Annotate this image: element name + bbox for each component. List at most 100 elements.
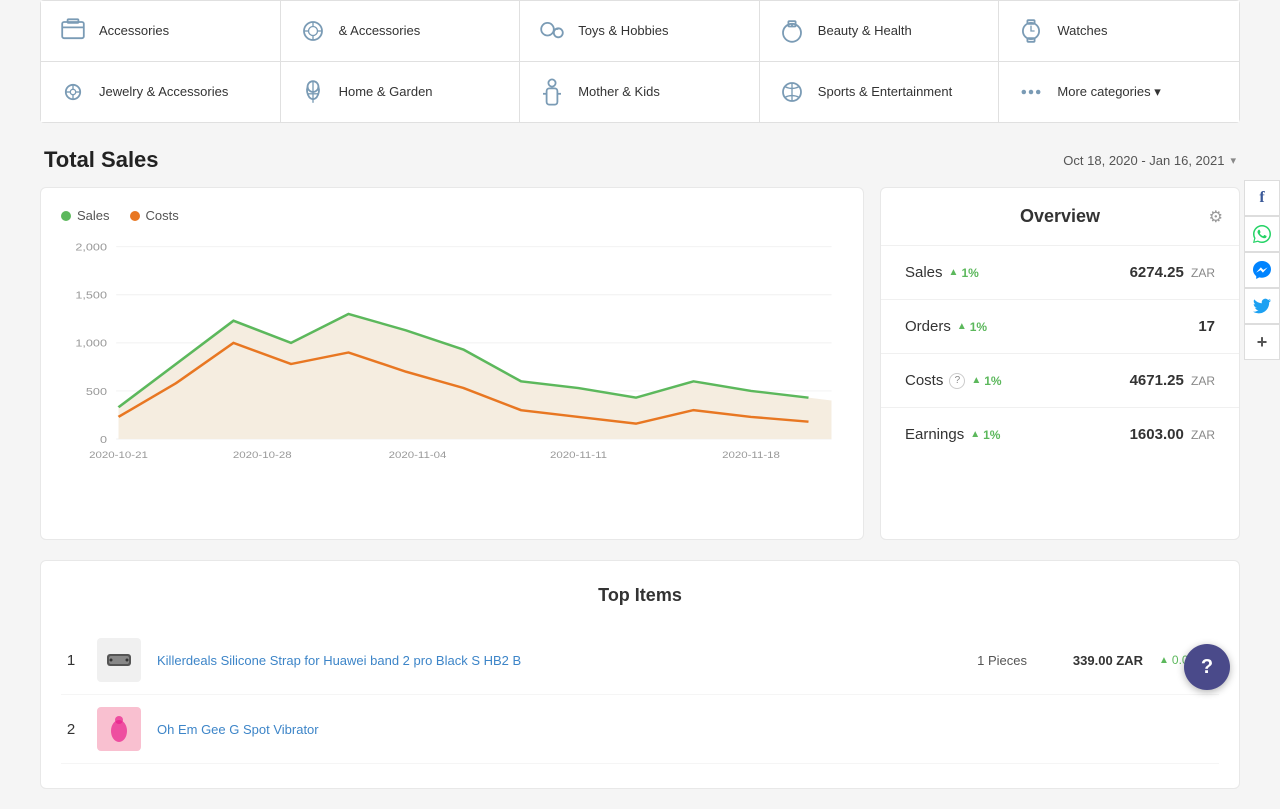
overview-orders-amount: 17 [1198, 318, 1215, 335]
date-range-selector[interactable]: Oct 18, 2020 - Jan 16, 2021 ▾ [1063, 153, 1236, 168]
category-home-garden[interactable]: Home & Garden [281, 62, 521, 122]
overview-earnings-value: 1603.00 ZAR [1130, 426, 1215, 443]
table-row: 1 Killerdeals Silicone Strap for Huawei … [61, 626, 1219, 695]
item-rank-1: 1 [61, 652, 81, 669]
category-jewelry-label: Jewelry & Accessories [99, 84, 228, 101]
overview-earnings-amount: 1603.00 [1130, 426, 1184, 443]
overview-earnings-currency: ZAR [1191, 428, 1215, 442]
overview-row-costs: Costs ? ▲ 1% 4671.25 ZAR [881, 354, 1239, 408]
overview-orders-value: 17 [1198, 318, 1215, 335]
legend-costs-label: Costs [146, 208, 179, 223]
help-button[interactable]: ? [1184, 644, 1230, 690]
overview-title: Overview [1020, 206, 1100, 227]
overview-costs-value: 4671.25 ZAR [1130, 372, 1215, 389]
item-rank-2: 2 [61, 721, 81, 738]
sales-chart: 2,000 1,500 1,000 500 0 [61, 239, 843, 489]
overview-row-sales: Sales ▲ 1% 6274.25 ZAR [881, 246, 1239, 300]
overview-costs-amount: 4671.25 [1130, 372, 1184, 389]
overview-sales-label: Sales ▲ 1% [905, 264, 979, 281]
overview-sales-trend: ▲ 1% [949, 266, 979, 280]
overview-earnings-label: Earnings ▲ 1% [905, 426, 1000, 443]
svg-text:1,000: 1,000 [75, 338, 107, 350]
svg-text:1,500: 1,500 [75, 290, 107, 302]
legend-sales-dot [61, 211, 71, 221]
social-sidebar: f + [1244, 180, 1280, 360]
svg-text:2,000: 2,000 [75, 241, 107, 253]
svg-text:2020-10-21: 2020-10-21 [89, 450, 148, 461]
item-image-2 [97, 707, 141, 751]
twitter-button[interactable] [1244, 288, 1280, 324]
item-name-2[interactable]: Oh Em Gee G Spot Vibrator [157, 722, 1219, 737]
overview-earnings-trend: ▲ 1% [970, 428, 1000, 442]
total-sales-section: Total Sales Oct 18, 2020 - Jan 16, 2021 … [40, 147, 1240, 540]
overview-orders-text: Orders [905, 318, 951, 335]
categories-top-row: Accessories & Accessories Toys & Hobbies [40, 0, 1240, 61]
category-more[interactable]: More categories ▾ [999, 62, 1239, 122]
category-mother-kids-label: Mother & Kids [578, 84, 660, 101]
overview-panel: Overview ⚙ Sales ▲ 1% 6274.25 ZAR [880, 187, 1240, 540]
table-row: 2 Oh Em Gee G Spot Vibrator [61, 695, 1219, 764]
item-qty-1: 1 Pieces [947, 653, 1027, 668]
trend-up-icon-orders: ▲ [957, 321, 967, 332]
categories-bottom-row: Jewelry & Accessories Home & Garden Moth… [40, 61, 1240, 123]
item-price-1: 339.00 ZAR [1043, 653, 1143, 668]
overview-orders-label: Orders ▲ 1% [905, 318, 987, 335]
share-button[interactable]: + [1244, 324, 1280, 360]
overview-costs-text: Costs [905, 372, 943, 389]
category-home-garden-label: Home & Garden [339, 84, 433, 101]
category-beauty-label: Beauty & Health [818, 23, 912, 40]
category-jewelry-top-label: & Accessories [339, 23, 421, 40]
overview-sales-text: Sales [905, 264, 943, 281]
overview-orders-trend: ▲ 1% [957, 320, 987, 334]
category-accessories-label: Accessories [99, 23, 169, 40]
category-toys[interactable]: Toys & Hobbies [520, 1, 760, 61]
top-items-title: Top Items [61, 585, 1219, 606]
overview-costs-trend: ▲ 1% [971, 374, 1001, 388]
overview-sales-trend-value: 1% [961, 266, 978, 280]
category-watches[interactable]: Watches [999, 1, 1239, 61]
category-jewelry[interactable]: Jewelry & Accessories [41, 62, 281, 122]
svg-text:2020-10-28: 2020-10-28 [233, 450, 292, 461]
overview-row-earnings: Earnings ▲ 1% 1603.00 ZAR [881, 408, 1239, 461]
whatsapp-button[interactable] [1244, 216, 1280, 252]
trend-up-icon-item1: ▲ [1159, 655, 1169, 666]
overview-sales-currency: ZAR [1191, 266, 1215, 280]
category-accessories[interactable]: Accessories [41, 1, 281, 61]
overview-header: Overview ⚙ [881, 188, 1239, 246]
category-beauty[interactable]: Beauty & Health [760, 1, 1000, 61]
category-sports-label: Sports & Entertainment [818, 84, 952, 101]
svg-text:0: 0 [100, 434, 108, 446]
trend-up-icon-costs: ▲ [971, 375, 981, 386]
svg-text:500: 500 [86, 386, 108, 398]
legend-sales: Sales [61, 208, 110, 223]
overview-orders-trend-value: 1% [970, 320, 987, 334]
overview-costs-currency: ZAR [1191, 374, 1215, 388]
category-sports[interactable]: Sports & Entertainment [760, 62, 1000, 122]
overview-earnings-trend-value: 1% [983, 428, 1000, 442]
total-sales-title: Total Sales [44, 147, 159, 173]
overview-row-orders: Orders ▲ 1% 17 [881, 300, 1239, 354]
chevron-down-icon: ▾ [1230, 154, 1236, 167]
overview-sales-amount: 6274.25 [1130, 264, 1184, 281]
legend-sales-label: Sales [77, 208, 110, 223]
trend-up-icon-earnings: ▲ [970, 429, 980, 440]
svg-text:2020-11-11: 2020-11-11 [550, 450, 607, 461]
help-button-label: ? [1201, 656, 1213, 679]
gear-icon[interactable]: ⚙ [1209, 207, 1223, 227]
category-jewelry-top[interactable]: & Accessories [281, 1, 521, 61]
chart-legend: Sales Costs [61, 208, 843, 223]
date-range-text: Oct 18, 2020 - Jan 16, 2021 [1063, 153, 1224, 168]
facebook-button[interactable]: f [1244, 180, 1280, 216]
category-watches-label: Watches [1057, 23, 1107, 40]
item-name-1[interactable]: Killerdeals Silicone Strap for Huawei ba… [157, 653, 931, 668]
trend-up-icon: ▲ [949, 267, 959, 278]
messenger-button[interactable] [1244, 252, 1280, 288]
chart-panel: Sales Costs 2,000 1,500 1,000 500 0 [40, 187, 864, 540]
top-items-section: Top Items 1 Killerdeals Silicone Strap f… [40, 560, 1240, 789]
legend-costs-dot [130, 211, 140, 221]
help-icon-costs[interactable]: ? [949, 373, 965, 389]
item-image-1 [97, 638, 141, 682]
category-toys-label: Toys & Hobbies [578, 23, 668, 40]
category-mother-kids[interactable]: Mother & Kids [520, 62, 760, 122]
category-more-label: More categories ▾ [1057, 84, 1160, 101]
